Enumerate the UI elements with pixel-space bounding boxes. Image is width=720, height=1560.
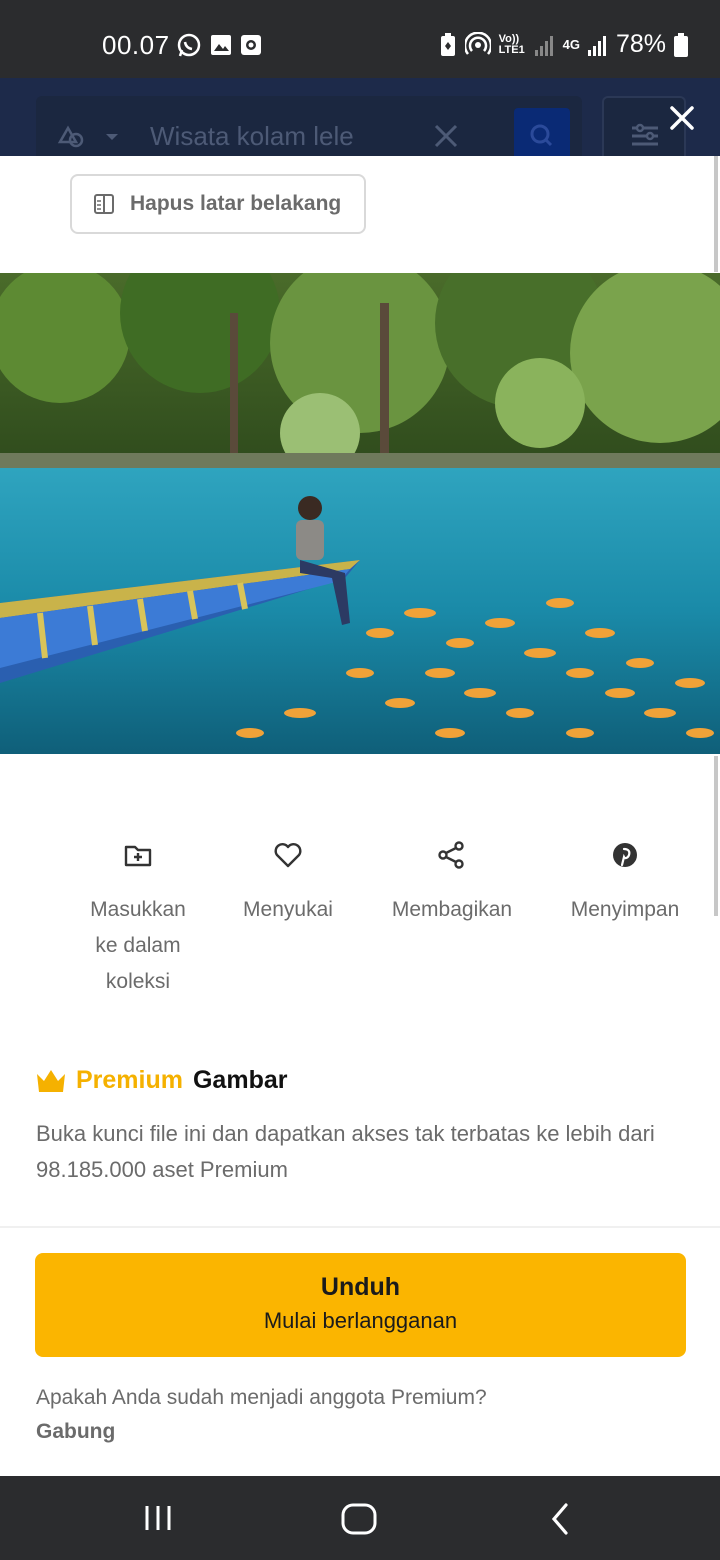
heart-icon bbox=[274, 843, 302, 868]
premium-label: Premium bbox=[76, 1066, 183, 1094]
like-label: Menyukai bbox=[243, 898, 333, 921]
download-subtitle: Mulai berlangganan bbox=[263, 1308, 458, 1333]
whatsapp-icon bbox=[176, 32, 202, 58]
like-button[interactable]: Menyukai bbox=[232, 840, 344, 928]
share-button[interactable]: Membagikan bbox=[380, 840, 524, 928]
remove-background-button[interactable]: Hapus latar belakang bbox=[70, 174, 366, 234]
search-icon bbox=[530, 124, 553, 147]
preview-image[interactable] bbox=[0, 273, 720, 754]
download-title: Unduh bbox=[320, 1273, 401, 1301]
add-to-collection-button[interactable]: Masukkan ke dalam koleksi bbox=[80, 840, 196, 1000]
recent-apps-button[interactable] bbox=[142, 1502, 174, 1539]
status-time: 00.07 bbox=[102, 30, 170, 60]
premium-description: Buka kunci file ini dan dapatkan akses t… bbox=[36, 1121, 655, 1182]
scrollbar[interactable] bbox=[714, 156, 718, 272]
folder-plus-icon bbox=[124, 845, 152, 867]
close-modal-button[interactable] bbox=[664, 100, 700, 136]
recent-apps-icon bbox=[145, 1506, 171, 1530]
status-left-icons bbox=[176, 32, 262, 58]
background-search-text: Wisata kolam lele bbox=[150, 121, 354, 151]
pinterest-save-button[interactable]: Menyimpan bbox=[560, 840, 690, 928]
share-label: Membagikan bbox=[391, 898, 513, 921]
crown-icon bbox=[37, 1069, 65, 1092]
download-button[interactable]: Unduh Mulai berlangganan bbox=[35, 1253, 686, 1357]
clear-icon bbox=[432, 122, 460, 155]
gallery-icon bbox=[210, 34, 232, 56]
screen-record-icon bbox=[240, 34, 262, 56]
lake-photo bbox=[0, 273, 720, 754]
remove-background-label: Hapus latar belakang bbox=[130, 192, 342, 215]
add-to-collection-label: Masukkan ke dalam koleksi bbox=[90, 898, 186, 993]
shapes-icon bbox=[56, 122, 120, 155]
remove-background-icon bbox=[94, 194, 114, 214]
pinterest-icon bbox=[613, 843, 637, 867]
status-right-icons: Vo)) LTE1 4G 78% bbox=[439, 30, 688, 59]
home-icon bbox=[341, 1503, 377, 1535]
battery-saver-icon bbox=[439, 32, 457, 57]
hotspot-icon bbox=[464, 31, 491, 58]
signal-icon bbox=[587, 34, 608, 56]
member-question: Apakah Anda sudah menjadi anggota Premiu… bbox=[36, 1386, 487, 1409]
divider bbox=[0, 1226, 720, 1228]
join-link[interactable]: Gabung bbox=[36, 1420, 115, 1444]
signal-icon bbox=[534, 34, 555, 56]
4g-icon: 4G bbox=[562, 37, 580, 52]
close-icon bbox=[670, 106, 694, 130]
scrollbar-thumb[interactable] bbox=[714, 756, 718, 916]
background-search-button bbox=[514, 108, 570, 156]
asset-type-label: Gambar bbox=[192, 1066, 288, 1094]
navigation-bar bbox=[0, 1476, 720, 1560]
back-button[interactable] bbox=[546, 1502, 576, 1541]
pinterest-save-label: Menyimpan bbox=[570, 898, 680, 921]
battery-icon bbox=[674, 32, 688, 57]
share-icon bbox=[438, 841, 464, 869]
status-bar: 00.07 Vo)) LTE1 4G 78% bbox=[0, 0, 720, 78]
premium-title: Premium Gambar bbox=[36, 1066, 287, 1095]
volte-icon: Vo)) LTE1 bbox=[498, 32, 525, 56]
home-button[interactable] bbox=[340, 1502, 378, 1541]
battery-percent: 78% bbox=[615, 30, 666, 58]
back-icon bbox=[551, 1503, 568, 1535]
